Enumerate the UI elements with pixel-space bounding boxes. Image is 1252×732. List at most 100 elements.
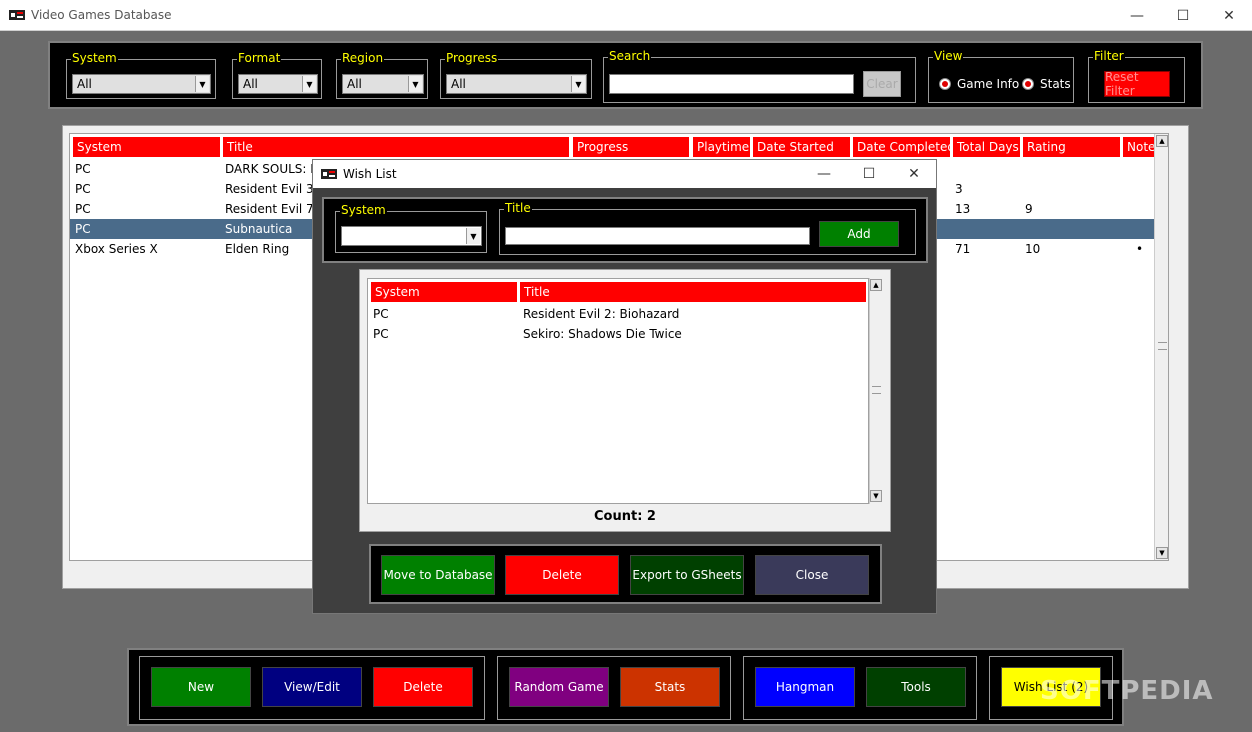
search-group: Search Clear bbox=[603, 49, 916, 103]
cell-system: PC bbox=[373, 307, 389, 321]
cell-title: Resident Evil 3 bbox=[225, 182, 314, 196]
region-filter-combo[interactable]: All ▼ bbox=[342, 74, 424, 94]
format-filter-label: Format bbox=[237, 51, 282, 65]
cell-total-days: 3 bbox=[955, 182, 963, 196]
dialog-title-input[interactable] bbox=[505, 227, 810, 245]
wish-list-grid[interactable]: System Title PC Resident Evil 2: Biohaza… bbox=[367, 278, 869, 504]
maximize-button[interactable]: ☐ bbox=[1160, 0, 1206, 31]
tools-button-group: Hangman Tools bbox=[743, 656, 977, 720]
cell-notes: • bbox=[1136, 242, 1144, 256]
stats-label: Stats bbox=[1040, 77, 1071, 91]
column-header-date-started[interactable]: Date Started bbox=[752, 136, 851, 158]
chevron-down-icon[interactable]: ▼ bbox=[195, 76, 209, 92]
random-game-button[interactable]: Random Game bbox=[509, 667, 609, 707]
cell-system: Xbox Series X bbox=[75, 242, 158, 256]
cell-system: PC bbox=[75, 222, 91, 236]
title-bar: Video Games Database — ☐ ✕ bbox=[0, 0, 1252, 31]
dialog-button-bar: Move to Database Delete Export to GSheet… bbox=[369, 544, 882, 604]
column-header-title[interactable]: Title bbox=[222, 136, 570, 158]
column-header-system[interactable]: System bbox=[72, 136, 221, 158]
column-header-total-days[interactable]: Total Days bbox=[952, 136, 1021, 158]
filter-label: Filter bbox=[1093, 49, 1125, 63]
clear-search-button[interactable]: Clear bbox=[863, 71, 901, 97]
cell-system: PC bbox=[75, 182, 91, 196]
record-button-group: New View/Edit Delete bbox=[139, 656, 485, 720]
region-filter-group: Region All ▼ bbox=[336, 51, 428, 99]
format-filter-group: Format All ▼ bbox=[232, 51, 322, 99]
view-label: View bbox=[933, 49, 964, 63]
stats-button[interactable]: Stats bbox=[620, 667, 720, 707]
format-filter-combo[interactable]: All ▼ bbox=[238, 74, 318, 94]
system-filter-label: System bbox=[71, 51, 118, 65]
cell-title: Elden Ring bbox=[225, 242, 290, 256]
wish-list-frame: System Title PC Resident Evil 2: Biohaza… bbox=[359, 269, 891, 532]
filter-bar: System All ▼ Format All ▼ Region All ▼ P… bbox=[48, 41, 1203, 109]
column-header-date-completed[interactable]: Date Completed bbox=[852, 136, 955, 158]
cell-system: PC bbox=[75, 202, 91, 216]
cell-title: Sekiro: Shadows Die Twice bbox=[523, 327, 682, 341]
format-filter-value: All bbox=[243, 77, 258, 91]
dialog-minimize-button[interactable]: — bbox=[801, 160, 847, 188]
chevron-down-icon[interactable]: ▼ bbox=[302, 76, 316, 92]
region-filter-label: Region bbox=[341, 51, 385, 65]
window-title: Video Games Database bbox=[31, 8, 172, 22]
progress-filter-label: Progress bbox=[445, 51, 499, 65]
move-to-database-button[interactable]: Move to Database bbox=[381, 555, 495, 595]
dialog-title-bar: Wish List — ☐ ✕ bbox=[313, 160, 936, 188]
column-header-system[interactable]: System bbox=[370, 281, 518, 303]
chevron-down-icon[interactable]: ▼ bbox=[571, 76, 585, 92]
system-filter-value: All bbox=[77, 77, 92, 91]
cell-title: Subnautica bbox=[225, 222, 293, 236]
chevron-down-icon[interactable]: ▼ bbox=[408, 76, 422, 92]
dialog-system-label: System bbox=[340, 203, 387, 217]
cell-system: PC bbox=[373, 327, 389, 341]
dialog-title-label: Title bbox=[504, 201, 532, 215]
close-button[interactable]: ✕ bbox=[1206, 0, 1252, 31]
export-to-gsheets-button[interactable]: Export to GSheets bbox=[630, 555, 744, 595]
dialog-close-button[interactable]: ✕ bbox=[891, 160, 937, 188]
reset-filter-button[interactable]: Reset Filter bbox=[1104, 70, 1170, 98]
scroll-thumb-grip-icon[interactable] bbox=[1158, 342, 1167, 350]
dialog-title: Wish List bbox=[343, 167, 397, 181]
fun-button-group: Random Game Stats bbox=[497, 656, 731, 720]
list-item[interactable]: PC Resident Evil 2: Biohazard bbox=[368, 304, 868, 324]
view-edit-button[interactable]: View/Edit bbox=[262, 667, 362, 707]
view-group: View Game Info Stats bbox=[928, 49, 1074, 103]
column-header-playtime[interactable]: Playtime bbox=[692, 136, 751, 158]
cell-total-days: 71 bbox=[955, 242, 971, 256]
dialog-delete-button[interactable]: Delete bbox=[505, 555, 619, 595]
game-info-radio[interactable] bbox=[939, 78, 951, 90]
hangman-button[interactable]: Hangman bbox=[755, 667, 855, 707]
search-label: Search bbox=[608, 49, 652, 63]
dialog-system-combo[interactable]: ▼ bbox=[341, 226, 482, 246]
add-button[interactable]: Add bbox=[819, 221, 899, 247]
dialog-close-action-button[interactable]: Close bbox=[755, 555, 869, 595]
chevron-down-icon[interactable]: ▼ bbox=[466, 228, 480, 244]
delete-button[interactable]: Delete bbox=[373, 667, 473, 707]
scroll-thumb-grip-icon[interactable] bbox=[872, 386, 881, 394]
list-item[interactable]: PC Sekiro: Shadows Die Twice bbox=[368, 324, 868, 344]
scroll-up-icon[interactable]: ▲ bbox=[1156, 135, 1168, 147]
scroll-down-icon[interactable]: ▼ bbox=[870, 490, 882, 502]
grid-vertical-scrollbar[interactable]: ▲ ▼ bbox=[1154, 134, 1168, 560]
cell-title: Resident Evil 2: Biohazard bbox=[523, 307, 680, 321]
progress-filter-combo[interactable]: All ▼ bbox=[446, 74, 587, 94]
system-filter-combo[interactable]: All ▼ bbox=[72, 74, 211, 94]
column-header-title[interactable]: Title bbox=[519, 281, 867, 303]
wish-list-scrollbar[interactable]: ▲ ▼ bbox=[869, 278, 883, 504]
tools-button[interactable]: Tools bbox=[866, 667, 966, 707]
minimize-button[interactable]: — bbox=[1114, 0, 1160, 31]
column-header-rating[interactable]: Rating bbox=[1022, 136, 1121, 158]
search-input[interactable] bbox=[609, 74, 854, 94]
scroll-up-icon[interactable]: ▲ bbox=[870, 279, 882, 291]
scroll-down-icon[interactable]: ▼ bbox=[1156, 547, 1168, 559]
dialog-maximize-button[interactable]: ☐ bbox=[846, 160, 892, 188]
column-header-progress[interactable]: Progress bbox=[572, 136, 690, 158]
cell-rating: 9 bbox=[1025, 202, 1033, 216]
game-info-label: Game Info bbox=[957, 77, 1020, 91]
reset-filter-group: Filter Reset Filter bbox=[1088, 49, 1185, 103]
stats-radio[interactable] bbox=[1022, 78, 1034, 90]
app-gamepad-icon bbox=[9, 10, 25, 20]
new-button[interactable]: New bbox=[151, 667, 251, 707]
wish-list-count: Count: 2 bbox=[594, 509, 656, 524]
